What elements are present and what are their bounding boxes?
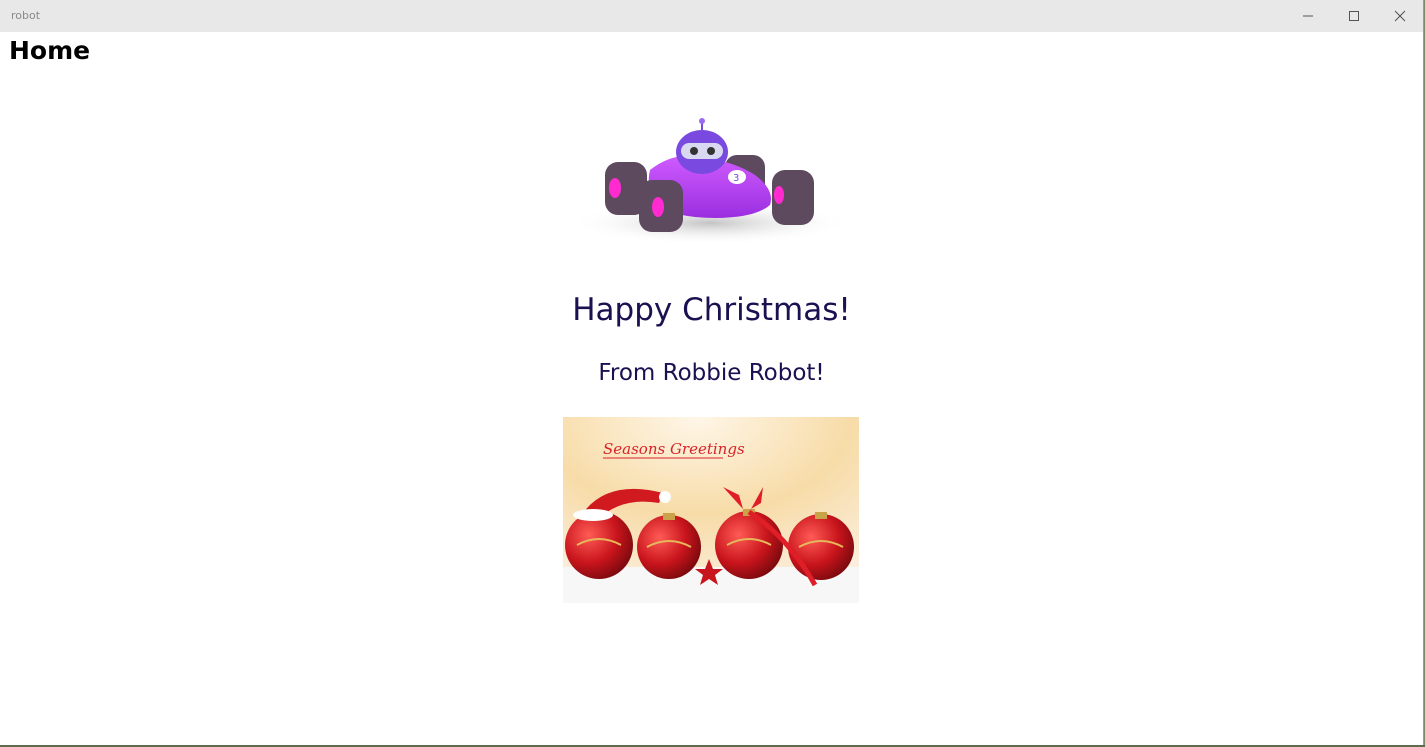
card-caption: Seasons Greetings [603, 440, 745, 458]
window-title: robot [11, 9, 41, 22]
minimize-icon [1303, 15, 1313, 17]
app-window: robot Home 3 Happy Christmas! From Robbi… [0, 0, 1424, 746]
minimize-button[interactable] [1285, 0, 1331, 32]
close-icon [1394, 10, 1406, 22]
maximize-button[interactable] [1331, 0, 1377, 32]
robot-car-image: 3 [568, 118, 852, 245]
maximize-icon [1349, 11, 1359, 21]
title-bar[interactable]: robot [0, 0, 1423, 32]
christmas-card-image: Seasons Greetings [563, 417, 859, 603]
sub-greeting: From Robbie Robot! [598, 360, 825, 386]
svg-text:3: 3 [733, 173, 739, 184]
close-button[interactable] [1377, 0, 1423, 32]
page-title: Home [9, 36, 91, 65]
greeting-heading: Happy Christmas! [572, 292, 851, 328]
